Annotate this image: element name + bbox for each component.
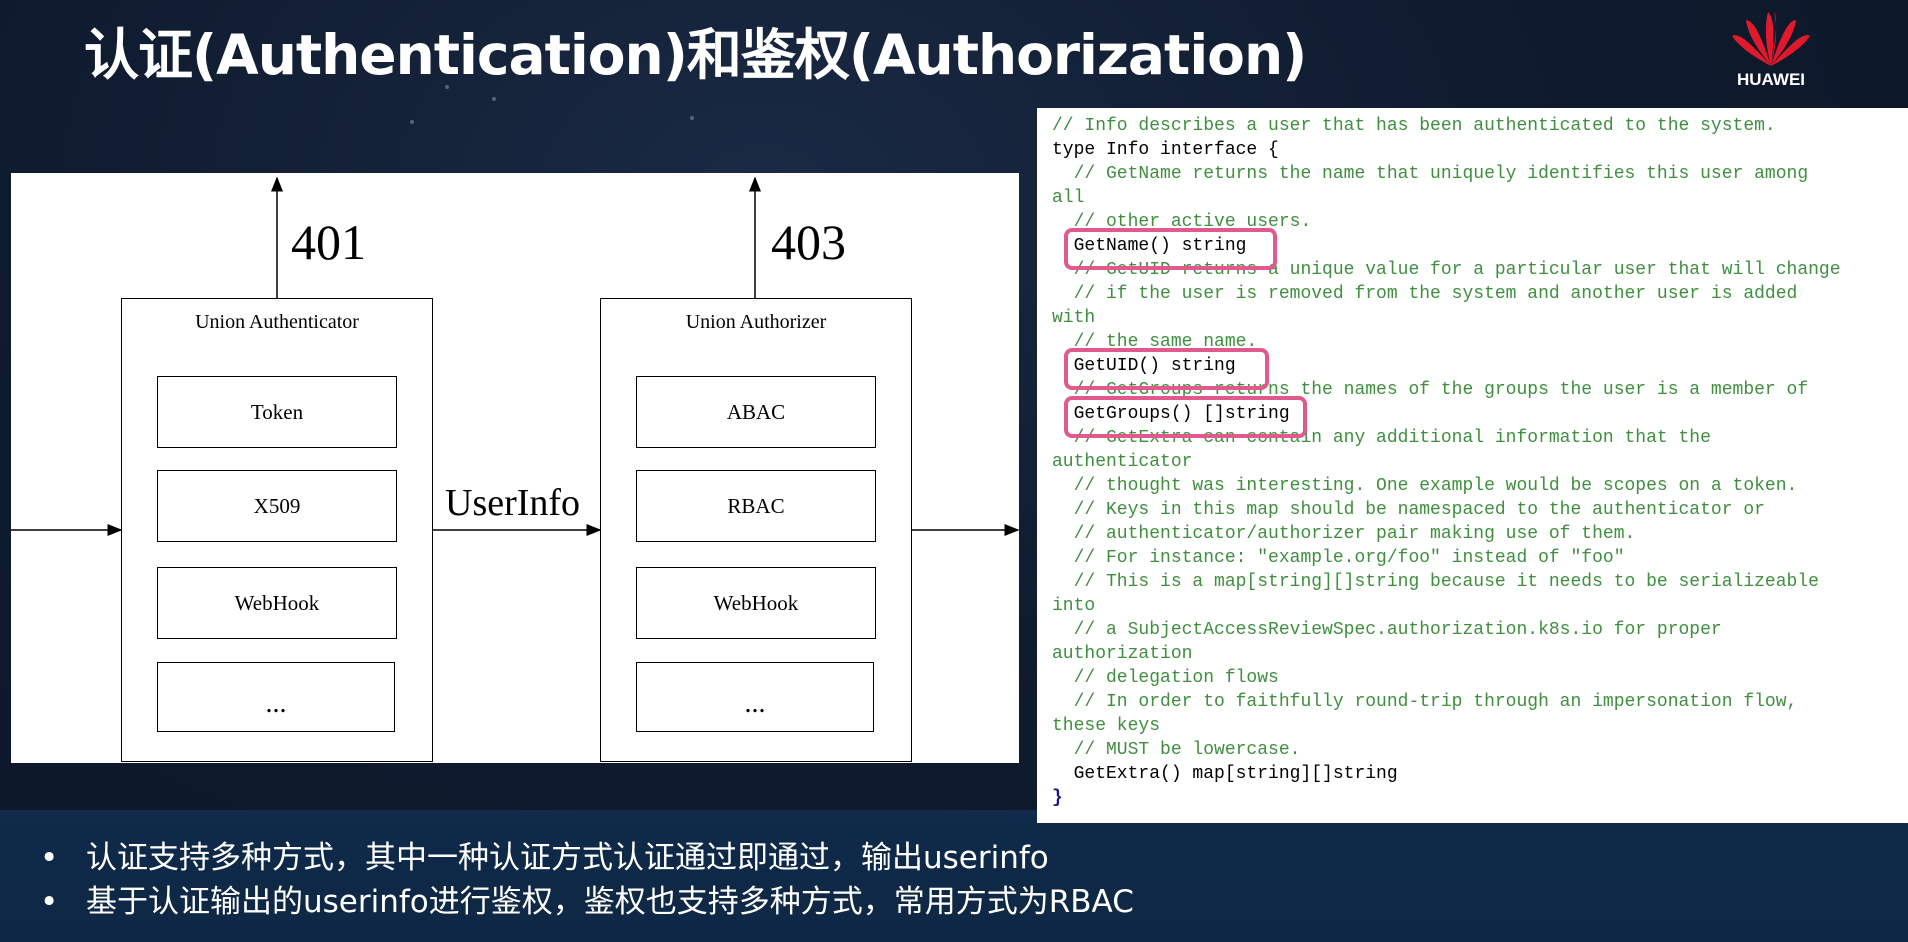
code-line: all [1052,188,1085,208]
huawei-logo: HUAWEI [1726,8,1816,90]
bullet-dot-icon: • [40,884,59,920]
code-line: // MUST be lowercase. [1052,740,1301,760]
bullet-dot-icon: • [40,840,59,876]
code-line: // thought was interesting. One example … [1052,476,1798,496]
code-line: // GetName returns the name that uniquel… [1052,164,1809,184]
code-line: these keys [1052,716,1161,736]
code-line: with [1052,308,1096,328]
highlight-getname [1064,228,1277,270]
code-line: type Info interface { [1052,140,1279,160]
status-403-label: 403 [771,214,846,270]
authenticator-webhook: WebHook [157,567,397,639]
authorizer-more: ... [636,662,874,732]
huawei-petal-logo-icon [1732,12,1810,66]
authenticator-token: Token [157,376,397,448]
code-line: } [1052,788,1063,808]
authorizer-webhook: WebHook [636,567,876,639]
code-line: // Keys in this map should be namespaced… [1052,500,1765,520]
bullet-text: 基于认证输出的userinfo进行鉴权，鉴权也支持多种方式，常用方式为RBAC [86,884,1134,920]
slide-title: 认证(Authentication)和鉴权(Authorization) [84,23,1307,87]
highlight-getuid [1064,348,1269,390]
code-line: // delegation flows [1052,668,1279,688]
userinfo-label: UserInfo [445,482,581,524]
code-panel: // Info describes a user that has been a… [1037,108,1908,823]
code-line: authenticator [1052,452,1193,472]
bullet-item: • 基于认证输出的userinfo进行鉴权，鉴权也支持多种方式，常用方式为RBAC [40,876,1134,921]
code-line: // In order to faithfully round-trip thr… [1052,692,1798,712]
code-line: // Info describes a user that has been a… [1052,116,1776,136]
bullet-item: • 认证支持多种方式，其中一种认证方式认证通过即通过，输出userinfo [40,832,1049,877]
authorizer-rbac: RBAC [636,470,876,542]
background-star [410,120,414,124]
background-star [492,97,496,101]
highlight-getgroups [1064,396,1307,438]
authenticator-more: ... [157,662,395,732]
code-line: GetExtra() map[string][]string [1052,764,1398,784]
code-line: // a SubjectAccessReviewSpec.authorizati… [1052,620,1722,640]
bullet-text: 认证支持多种方式，其中一种认证方式认证通过即通过，输出userinfo [86,840,1049,876]
status-401-label: 401 [291,214,366,270]
logo-text: HUAWEI [1737,70,1805,89]
background-star [690,116,694,120]
auth-flow-diagram: 401 403 UserInfo Union Authenticator Tok… [11,173,1019,763]
authorizer-title: Union Authorizer [685,311,827,333]
code-line: // For instance: "example.org/foo" inste… [1052,548,1625,568]
authorizer-abac: ABAC [636,376,876,448]
code-line: authorization [1052,644,1193,664]
code-line: // if the user is removed from the syste… [1052,284,1798,304]
code-line: // authenticator/authorizer pair making … [1052,524,1636,544]
authenticator-title: Union Authenticator [195,311,359,333]
code-line: // This is a map[string][]string because… [1052,572,1819,592]
union-authenticator-box: Union Authenticator Token X509 WebHook .… [121,298,433,762]
code-line: into [1052,596,1096,616]
authenticator-x509: X509 [157,470,397,542]
union-authorizer-box: Union Authorizer ABAC RBAC WebHook ... [600,298,912,762]
